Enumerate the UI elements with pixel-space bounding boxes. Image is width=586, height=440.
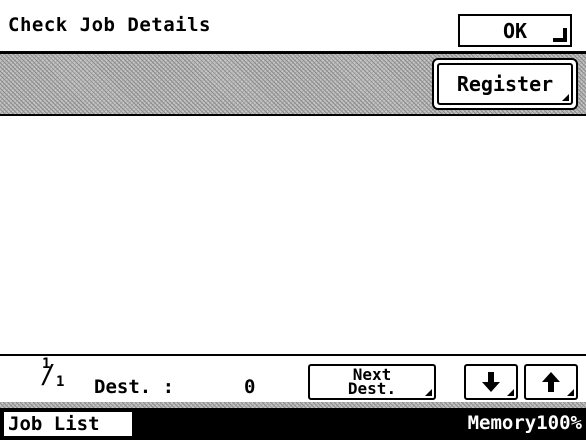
register-button[interactable]: Register bbox=[437, 63, 573, 105]
destination-list-area bbox=[0, 116, 586, 354]
memory-status: Memory100% bbox=[467, 412, 582, 434]
scroll-down-button[interactable] bbox=[464, 364, 518, 400]
arrow-down-icon bbox=[480, 370, 502, 394]
check-job-details-screen: Check Job Details OK Register 1 / 1 Dest… bbox=[0, 0, 586, 440]
arrow-up-icon bbox=[540, 370, 562, 394]
next-dest-button[interactable]: Next Dest. bbox=[308, 364, 436, 400]
dest-label: Dest. : bbox=[94, 376, 175, 398]
page-total: 1 bbox=[56, 374, 65, 390]
job-list-button[interactable]: Job List bbox=[2, 410, 134, 438]
page-indicator: 1 / 1 bbox=[40, 356, 65, 390]
list-divider bbox=[0, 354, 586, 356]
dest-count: 0 bbox=[244, 376, 256, 398]
scroll-up-button[interactable] bbox=[524, 364, 578, 400]
ok-button[interactable]: OK bbox=[458, 14, 572, 47]
page-title: Check Job Details bbox=[8, 14, 211, 36]
next-dest-line2: Dest. bbox=[347, 379, 397, 398]
